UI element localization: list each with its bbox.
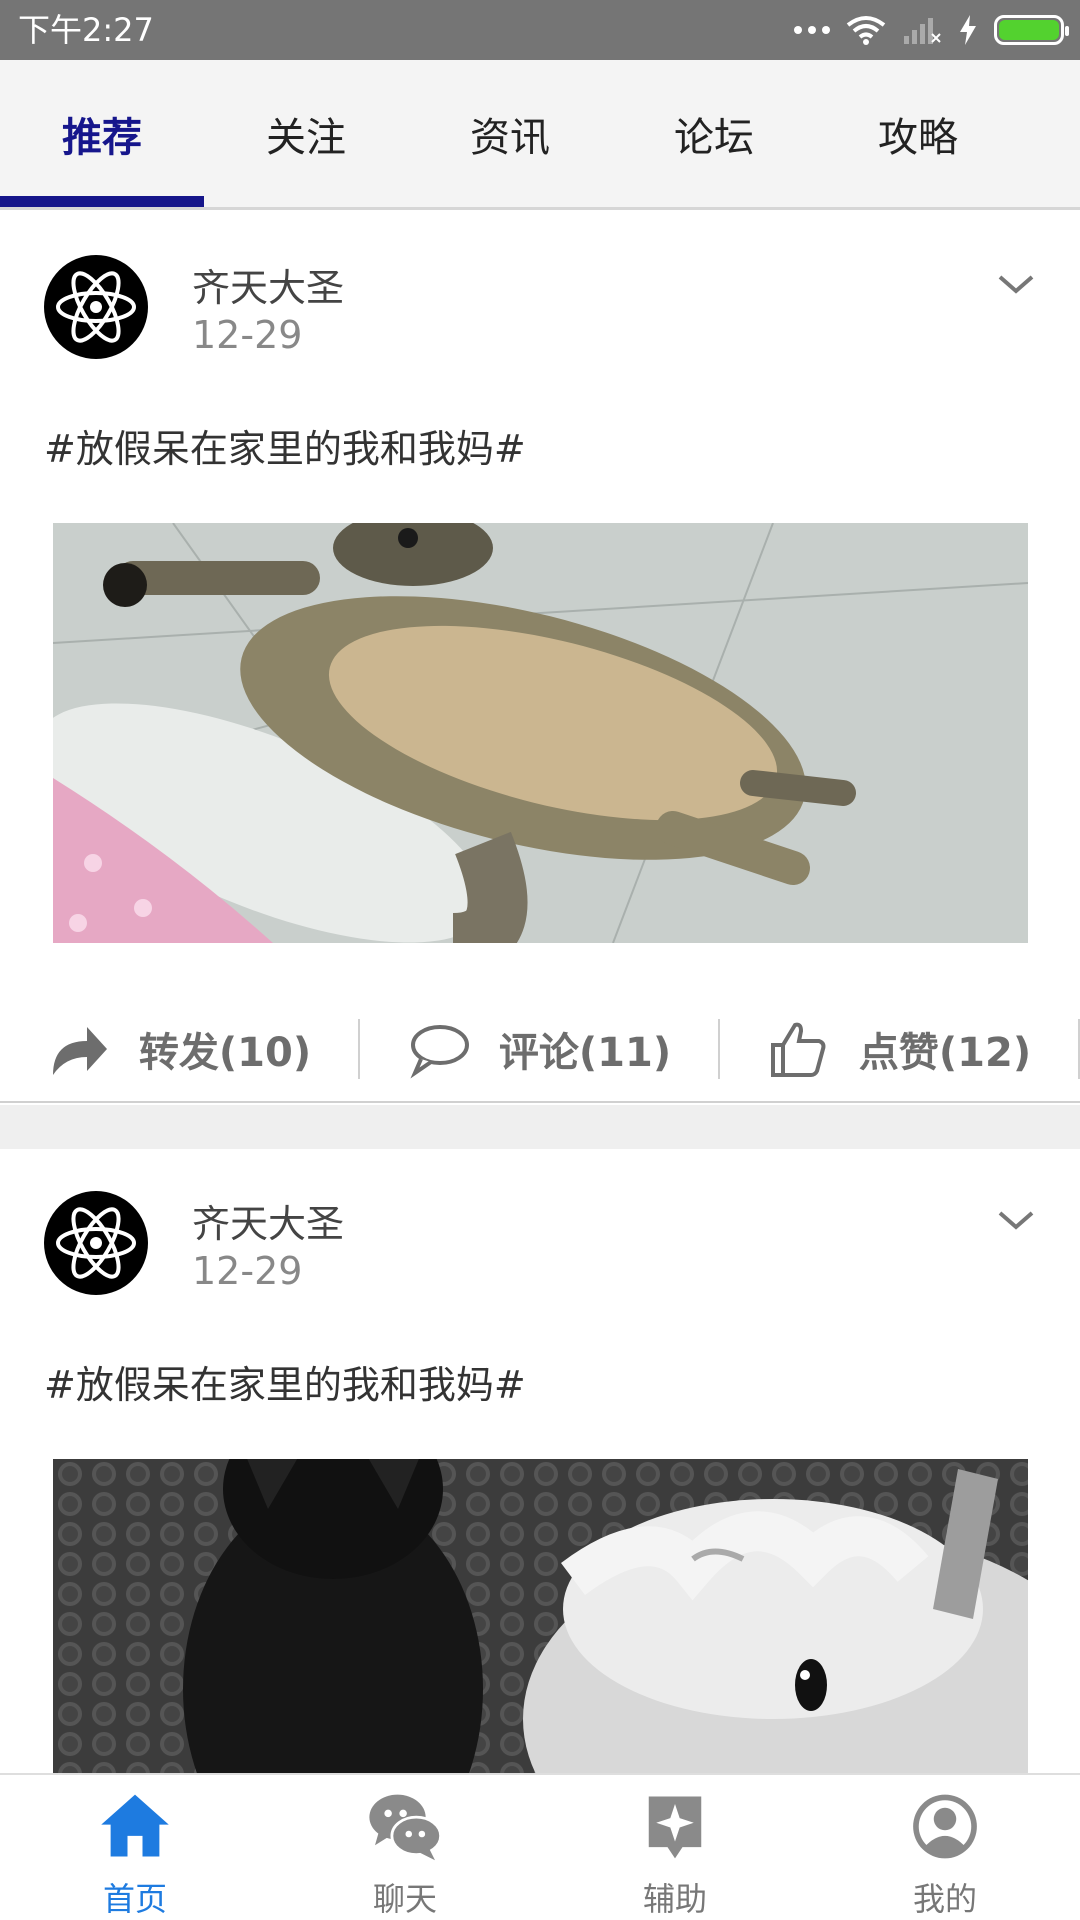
tab-guide[interactable]: 攻略 — [816, 60, 1020, 207]
charging-icon — [960, 15, 976, 45]
feed[interactable]: 齐天大圣 12-29 #放假呆在家里的我和我妈# 转发(10) 评论(11) 点… — [0, 213, 1080, 1773]
like-button[interactable]: 点赞(12) — [720, 1019, 1080, 1079]
post-text: #放假呆在家里的我和我妈# — [44, 427, 526, 471]
post-username[interactable]: 齐天大圣 — [192, 1193, 344, 1248]
nav-assist[interactable]: 辅助 — [540, 1775, 810, 1920]
comment-bubble-icon — [410, 1025, 469, 1079]
chevron-down-icon[interactable] — [996, 269, 1036, 299]
repost-label: 转发(10) — [138, 1030, 312, 1076]
nav-home[interactable]: 首页 — [0, 1775, 270, 1920]
more-notifications-icon — [794, 26, 830, 34]
battery-icon — [994, 15, 1069, 45]
nav-profile[interactable]: 我的 — [810, 1775, 1080, 1920]
post-date: 12-29 — [192, 1249, 303, 1293]
avatar[interactable] — [44, 1191, 148, 1295]
post-text: #放假呆在家里的我和我妈# — [44, 1363, 526, 1407]
thumbs-up-icon — [770, 1022, 826, 1077]
post-date: 12-29 — [192, 313, 303, 357]
atom-icon — [56, 271, 136, 343]
assist-icon — [648, 1796, 702, 1859]
nav-home-label: 首页 — [102, 1880, 167, 1918]
comment-label: 评论(11) — [498, 1030, 672, 1076]
tab-news[interactable]: 资讯 — [408, 60, 612, 207]
share-arrow-icon — [52, 1027, 107, 1075]
avatar[interactable] — [44, 255, 148, 359]
status-time: 下午2:27 — [18, 11, 154, 49]
status-bar: 下午2:27 — [0, 0, 1080, 60]
post-card: 齐天大圣 12-29 #放假呆在家里的我和我妈# — [0, 1149, 1080, 1773]
chevron-down-icon[interactable] — [996, 1205, 1036, 1235]
post-actions-bar: 转发(10) 评论(11) 点赞(12) — [0, 1013, 1080, 1103]
post-image-cat[interactable] — [53, 523, 1028, 943]
atom-icon — [56, 1207, 136, 1279]
chat-icon — [369, 1794, 443, 1861]
nav-chat-label: 聊天 — [372, 1880, 437, 1918]
signal-icon — [904, 18, 941, 44]
tab-recommend[interactable]: 推荐 — [0, 60, 204, 207]
bottom-navigation: 首页 聊天 辅助 我的 — [0, 1773, 1080, 1920]
post-image-cat-unicorn[interactable] — [53, 1459, 1028, 1773]
status-icons — [794, 12, 1069, 48]
repost-button[interactable]: 转发(10) — [0, 1019, 360, 1079]
profile-icon — [913, 1794, 977, 1859]
active-tab-indicator — [0, 196, 204, 207]
tab-forum[interactable]: 论坛 — [612, 60, 816, 207]
post-card: 齐天大圣 12-29 #放假呆在家里的我和我妈# — [0, 213, 1080, 1149]
comment-button[interactable]: 评论(11) — [360, 1019, 720, 1079]
post-username[interactable]: 齐天大圣 — [192, 257, 344, 312]
nav-chat[interactable]: 聊天 — [270, 1775, 540, 1920]
home-icon — [101, 1794, 169, 1857]
top-tab-bar: 推荐 关注 资讯 论坛 攻略 — [0, 60, 1080, 210]
tab-follow[interactable]: 关注 — [204, 60, 408, 207]
nav-assist-label: 辅助 — [642, 1880, 707, 1918]
post-divider — [0, 1105, 1080, 1149]
wifi-icon — [846, 16, 886, 45]
nav-profile-label: 我的 — [912, 1880, 977, 1918]
like-label: 点赞(12) — [858, 1030, 1032, 1076]
